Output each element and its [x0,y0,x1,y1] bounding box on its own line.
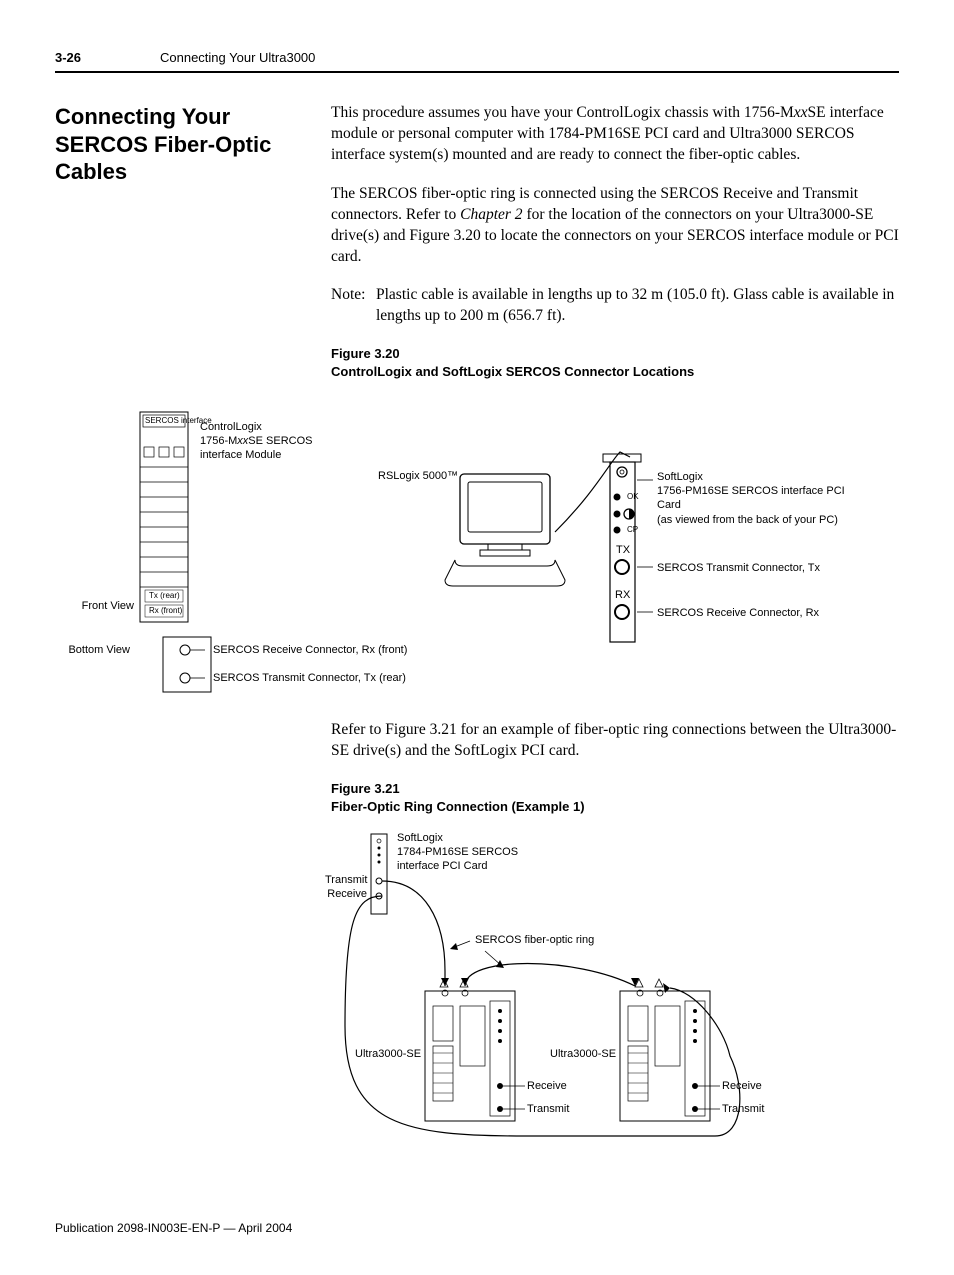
softlogix-label: SoftLogix 1756-PM16SE SERCOS interface P… [657,470,855,527]
fig320-num: Figure 3.20 [331,346,400,361]
paragraph-1: This procedure assumes you have your Con… [331,103,899,166]
cl-b: 1756-M [200,435,237,447]
sl321-b: 1784-PM16SE SERCOS [397,846,518,858]
sl321-a: SoftLogix [397,832,443,844]
rx-label: RX [615,589,630,601]
receive-2: Receive [722,1080,762,1092]
fig320-caption: ControlLogix and SoftLogix SERCOS Connec… [331,364,694,379]
controllogix-label: ControlLogix 1756-MxxSE SERCOS interface… [200,420,312,463]
transmit-top: Transmit [325,874,367,886]
figure-321-svg [325,826,885,1166]
softlogix-321-label: SoftLogix 1784-PM16SE SERCOS interface P… [397,831,518,874]
receive-1: Receive [527,1080,567,1092]
cl-c: SE SERCOS [248,435,312,447]
p2b: Chapter 2 [460,206,522,223]
p1a: This procedure assumes you have your Con… [331,104,794,121]
figure-321-title: Figure 3.21 Fiber-Optic Ring Connection … [331,780,899,816]
cl-a: ControlLogix [200,421,262,433]
transmit-1: Transmit [527,1103,569,1115]
sercos-tx-conn: SERCOS Transmit Connector, Tx [657,562,820,574]
p1b: xx [794,104,808,121]
paragraph-3: Refer to Figure 3.21 for an example of f… [331,720,899,762]
sl321-c: interface PCI Card [397,860,487,872]
ultra-label-1: Ultra3000-SE [355,1048,421,1060]
page-number: 3-26 [55,50,160,65]
sl-a: SoftLogix [657,471,703,483]
rx-front: Rx (front) [149,606,182,615]
transmit-2: Transmit [722,1103,764,1115]
note: Note: Plastic cable is available in leng… [331,285,899,327]
note-text: Plastic cable is available in lengths up… [376,285,899,327]
paragraph-2: The SERCOS fiber-optic ring is connected… [331,184,899,268]
receive-top: Receive [325,888,367,900]
ring-label: SERCOS fiber-optic ring [475,934,594,946]
rslogix-label: RSLogix 5000™ [378,470,458,482]
ok-label: OK [627,492,639,501]
sl-c: (as viewed from the back of your PC) [657,514,838,526]
note-label: Note: [331,285,376,327]
chapter-title: Connecting Your Ultra3000 [160,50,315,65]
ultra-label-2: Ultra3000-SE [550,1048,616,1060]
cp-label: CP [627,525,638,534]
figure-321: SoftLogix 1784-PM16SE SERCOS interface P… [325,826,885,1166]
header-rule [55,71,899,73]
tx-label: TX [616,544,630,556]
footer-publication: Publication 2098-IN003E-EN-P — April 200… [55,1221,899,1235]
fig321-caption: Fiber-Optic Ring Connection (Example 1) [331,799,585,814]
sercos-rx-conn: SERCOS Receive Connector, Rx [657,607,819,619]
figure-320: SERCOS interface ControlLogix 1756-MxxSE… [55,402,855,702]
rx-front-conn: SERCOS Receive Connector, Rx (front) [213,644,407,656]
cl-d: interface Module [200,449,281,461]
figure-320-svg [55,402,855,702]
front-view-label: Front View [74,600,134,612]
figure-320-title: Figure 3.20 ControlLogix and SoftLogix S… [331,345,899,381]
section-heading: Connecting Your SERCOS Fiber-Optic Cable… [55,103,303,186]
tx-rear: Tx (rear) [149,591,180,600]
bottom-view-label: Bottom View [60,644,130,656]
tx-rear-conn: SERCOS Transmit Connector, Tx (rear) [213,672,406,684]
fig321-num: Figure 3.21 [331,781,400,796]
sl-b: 1756-PM16SE SERCOS interface PCI Card [657,485,845,511]
cl-bx: xx [237,435,248,447]
